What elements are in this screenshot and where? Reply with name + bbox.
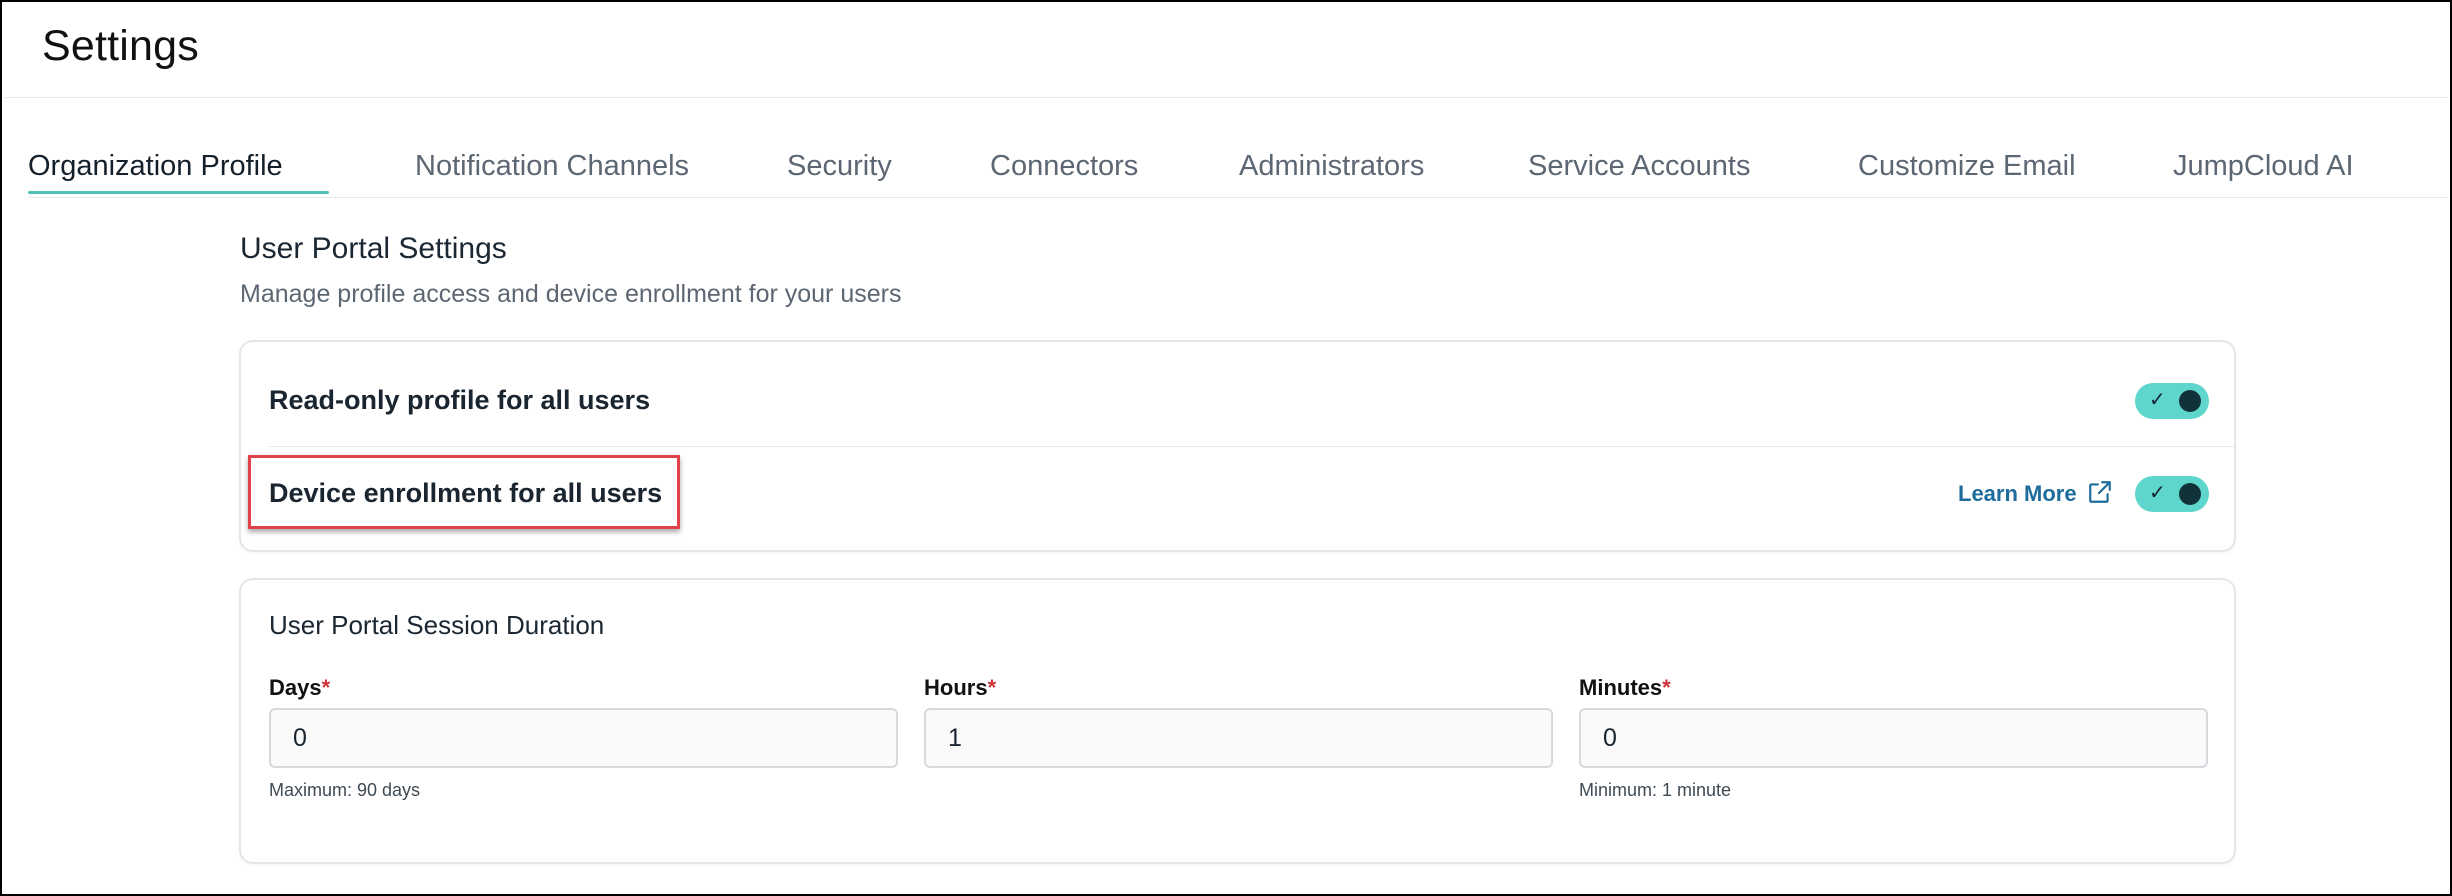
minutes-input[interactable]: 0 [1579,708,2208,768]
learn-more-link[interactable]: Learn More [1958,481,2077,507]
hours-label: Hours* [924,675,997,700]
days-label: Days* [269,675,331,700]
days-input[interactable]: 0 [269,708,898,768]
section-title: User Portal Settings [240,232,507,265]
minutes-hint: Minimum: 1 minute [1579,780,1732,800]
tab-bar: Organization Profile Notification Channe… [28,142,2448,198]
external-link-icon[interactable] [2087,479,2113,505]
toggle-knob [2179,390,2201,412]
check-icon: ✓ [2149,387,2166,411]
page-title: Settings [42,22,199,70]
hours-input[interactable]: 1 [924,708,1553,768]
required-asterisk: * [987,675,997,700]
read-only-profile-label: Read-only profile for all users [269,385,651,415]
tab-jumpcloud-ai[interactable]: JumpCloud AI [2159,142,2368,201]
minutes-label: Minutes* [1579,675,1671,700]
session-duration-title: User Portal Session Duration [269,610,605,640]
tab-security[interactable]: Security [773,142,906,201]
tab-customize-email[interactable]: Customize Email [1844,142,2090,201]
read-only-profile-toggle[interactable]: ✓ [2135,383,2209,419]
required-asterisk: * [1662,675,1671,700]
check-icon: ✓ [2149,480,2166,504]
device-enrollment-toggle[interactable]: ✓ [2135,476,2209,512]
toggle-knob [2179,483,2201,505]
session-duration-card: User Portal Session Duration Days* 0 Max… [239,578,2236,864]
tab-service-accounts[interactable]: Service Accounts [1514,142,1764,201]
highlight-annotation-box [248,455,680,529]
section-description: Manage profile access and device enrollm… [240,280,902,308]
header-divider [4,97,2448,98]
required-asterisk: * [321,675,331,700]
active-tab-indicator [28,191,329,194]
window-frame: Settings Organization Profile Notificati… [0,0,2452,896]
tab-notification-channels[interactable]: Notification Channels [401,142,703,201]
days-hint: Maximum: 90 days [269,780,421,800]
tab-administrators[interactable]: Administrators [1225,142,1438,201]
tab-connectors[interactable]: Connectors [976,142,1152,201]
row-divider [269,446,2234,447]
